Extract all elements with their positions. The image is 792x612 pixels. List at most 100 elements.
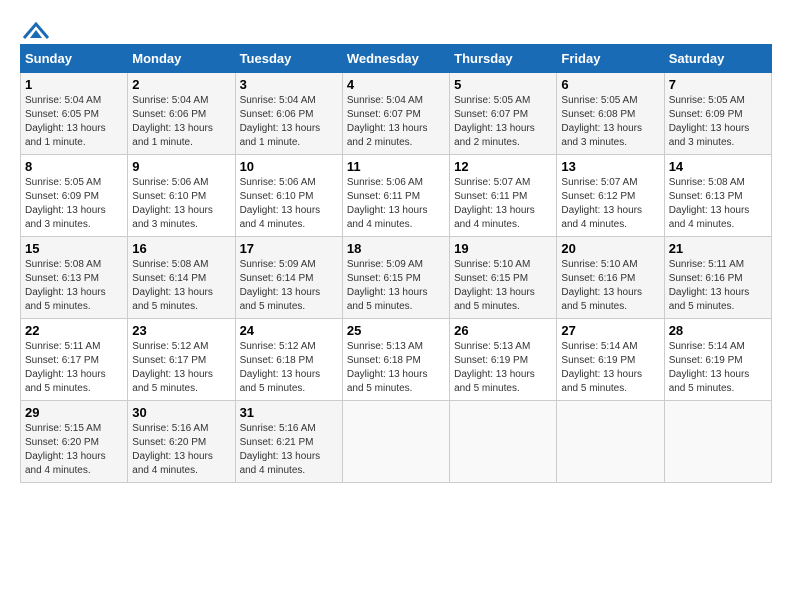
day-number: 13 [561,159,659,174]
day-of-week-header-monday: Monday [128,45,235,73]
day-number: 5 [454,77,552,92]
day-number: 2 [132,77,230,92]
day-number: 19 [454,241,552,256]
day-number: 20 [561,241,659,256]
calendar-day-cell: 6 Sunrise: 5:05 AMSunset: 6:08 PMDayligh… [557,73,664,155]
day-info: Sunrise: 5:16 AMSunset: 6:20 PMDaylight:… [132,423,213,476]
calendar-week-row: 1 Sunrise: 5:04 AMSunset: 6:05 PMDayligh… [21,73,772,155]
day-info: Sunrise: 5:04 AMSunset: 6:07 PMDaylight:… [347,95,428,148]
logo [20,20,50,34]
calendar-week-row: 8 Sunrise: 5:05 AMSunset: 6:09 PMDayligh… [21,155,772,237]
day-number: 12 [454,159,552,174]
calendar-day-cell: 21 Sunrise: 5:11 AMSunset: 6:16 PMDaylig… [664,237,771,319]
day-info: Sunrise: 5:06 AMSunset: 6:10 PMDaylight:… [132,177,213,230]
day-of-week-header-saturday: Saturday [664,45,771,73]
empty-cell [557,401,664,483]
day-of-week-header-wednesday: Wednesday [342,45,449,73]
day-number: 18 [347,241,445,256]
day-info: Sunrise: 5:08 AMSunset: 6:14 PMDaylight:… [132,259,213,312]
day-info: Sunrise: 5:14 AMSunset: 6:19 PMDaylight:… [561,341,642,394]
calendar-day-cell: 3 Sunrise: 5:04 AMSunset: 6:06 PMDayligh… [235,73,342,155]
calendar-day-cell: 17 Sunrise: 5:09 AMSunset: 6:14 PMDaylig… [235,237,342,319]
calendar-day-cell: 29 Sunrise: 5:15 AMSunset: 6:20 PMDaylig… [21,401,128,483]
day-number: 31 [240,405,338,420]
empty-cell [664,401,771,483]
day-info: Sunrise: 5:04 AMSunset: 6:06 PMDaylight:… [240,95,321,148]
calendar-day-cell: 1 Sunrise: 5:04 AMSunset: 6:05 PMDayligh… [21,73,128,155]
day-number: 27 [561,323,659,338]
day-number: 23 [132,323,230,338]
day-of-week-header-friday: Friday [557,45,664,73]
calendar-day-cell: 2 Sunrise: 5:04 AMSunset: 6:06 PMDayligh… [128,73,235,155]
day-info: Sunrise: 5:05 AMSunset: 6:09 PMDaylight:… [669,95,750,148]
day-number: 29 [25,405,123,420]
day-info: Sunrise: 5:05 AMSunset: 6:09 PMDaylight:… [25,177,106,230]
calendar-day-cell: 8 Sunrise: 5:05 AMSunset: 6:09 PMDayligh… [21,155,128,237]
calendar-header-row: SundayMondayTuesdayWednesdayThursdayFrid… [21,45,772,73]
day-info: Sunrise: 5:08 AMSunset: 6:13 PMDaylight:… [669,177,750,230]
day-info: Sunrise: 5:09 AMSunset: 6:15 PMDaylight:… [347,259,428,312]
empty-cell [450,401,557,483]
day-info: Sunrise: 5:04 AMSunset: 6:06 PMDaylight:… [132,95,213,148]
calendar-day-cell: 18 Sunrise: 5:09 AMSunset: 6:15 PMDaylig… [342,237,449,319]
calendar-day-cell: 23 Sunrise: 5:12 AMSunset: 6:17 PMDaylig… [128,319,235,401]
calendar-day-cell: 10 Sunrise: 5:06 AMSunset: 6:10 PMDaylig… [235,155,342,237]
day-info: Sunrise: 5:13 AMSunset: 6:19 PMDaylight:… [454,341,535,394]
day-info: Sunrise: 5:04 AMSunset: 6:05 PMDaylight:… [25,95,106,148]
day-info: Sunrise: 5:08 AMSunset: 6:13 PMDaylight:… [25,259,106,312]
day-number: 14 [669,159,767,174]
day-number: 10 [240,159,338,174]
calendar-day-cell: 9 Sunrise: 5:06 AMSunset: 6:10 PMDayligh… [128,155,235,237]
day-info: Sunrise: 5:14 AMSunset: 6:19 PMDaylight:… [669,341,750,394]
calendar-week-row: 15 Sunrise: 5:08 AMSunset: 6:13 PMDaylig… [21,237,772,319]
calendar-day-cell: 30 Sunrise: 5:16 AMSunset: 6:20 PMDaylig… [128,401,235,483]
calendar-day-cell: 20 Sunrise: 5:10 AMSunset: 6:16 PMDaylig… [557,237,664,319]
day-number: 3 [240,77,338,92]
day-number: 25 [347,323,445,338]
calendar-day-cell: 19 Sunrise: 5:10 AMSunset: 6:15 PMDaylig… [450,237,557,319]
day-of-week-header-tuesday: Tuesday [235,45,342,73]
calendar-table: SundayMondayTuesdayWednesdayThursdayFrid… [20,44,772,483]
calendar-day-cell: 31 Sunrise: 5:16 AMSunset: 6:21 PMDaylig… [235,401,342,483]
day-info: Sunrise: 5:09 AMSunset: 6:14 PMDaylight:… [240,259,321,312]
day-number: 26 [454,323,552,338]
calendar-day-cell: 26 Sunrise: 5:13 AMSunset: 6:19 PMDaylig… [450,319,557,401]
calendar-day-cell: 11 Sunrise: 5:06 AMSunset: 6:11 PMDaylig… [342,155,449,237]
day-number: 16 [132,241,230,256]
day-number: 4 [347,77,445,92]
calendar-day-cell: 12 Sunrise: 5:07 AMSunset: 6:11 PMDaylig… [450,155,557,237]
day-number: 30 [132,405,230,420]
day-info: Sunrise: 5:13 AMSunset: 6:18 PMDaylight:… [347,341,428,394]
day-info: Sunrise: 5:11 AMSunset: 6:16 PMDaylight:… [669,259,750,312]
day-info: Sunrise: 5:11 AMSunset: 6:17 PMDaylight:… [25,341,106,394]
day-number: 15 [25,241,123,256]
day-info: Sunrise: 5:10 AMSunset: 6:15 PMDaylight:… [454,259,535,312]
empty-cell [342,401,449,483]
calendar-day-cell: 28 Sunrise: 5:14 AMSunset: 6:19 PMDaylig… [664,319,771,401]
calendar-day-cell: 13 Sunrise: 5:07 AMSunset: 6:12 PMDaylig… [557,155,664,237]
day-info: Sunrise: 5:10 AMSunset: 6:16 PMDaylight:… [561,259,642,312]
day-number: 11 [347,159,445,174]
day-info: Sunrise: 5:05 AMSunset: 6:08 PMDaylight:… [561,95,642,148]
day-info: Sunrise: 5:05 AMSunset: 6:07 PMDaylight:… [454,95,535,148]
day-number: 8 [25,159,123,174]
day-of-week-header-sunday: Sunday [21,45,128,73]
day-number: 28 [669,323,767,338]
logo-icon [22,20,50,40]
day-number: 1 [25,77,123,92]
day-info: Sunrise: 5:06 AMSunset: 6:10 PMDaylight:… [240,177,321,230]
calendar-week-row: 29 Sunrise: 5:15 AMSunset: 6:20 PMDaylig… [21,401,772,483]
day-of-week-header-thursday: Thursday [450,45,557,73]
day-number: 22 [25,323,123,338]
day-number: 17 [240,241,338,256]
calendar-day-cell: 4 Sunrise: 5:04 AMSunset: 6:07 PMDayligh… [342,73,449,155]
calendar-day-cell: 25 Sunrise: 5:13 AMSunset: 6:18 PMDaylig… [342,319,449,401]
day-info: Sunrise: 5:12 AMSunset: 6:17 PMDaylight:… [132,341,213,394]
day-number: 21 [669,241,767,256]
calendar-day-cell: 16 Sunrise: 5:08 AMSunset: 6:14 PMDaylig… [128,237,235,319]
page-header [20,20,772,34]
day-info: Sunrise: 5:12 AMSunset: 6:18 PMDaylight:… [240,341,321,394]
day-info: Sunrise: 5:07 AMSunset: 6:11 PMDaylight:… [454,177,535,230]
calendar-day-cell: 7 Sunrise: 5:05 AMSunset: 6:09 PMDayligh… [664,73,771,155]
day-info: Sunrise: 5:07 AMSunset: 6:12 PMDaylight:… [561,177,642,230]
